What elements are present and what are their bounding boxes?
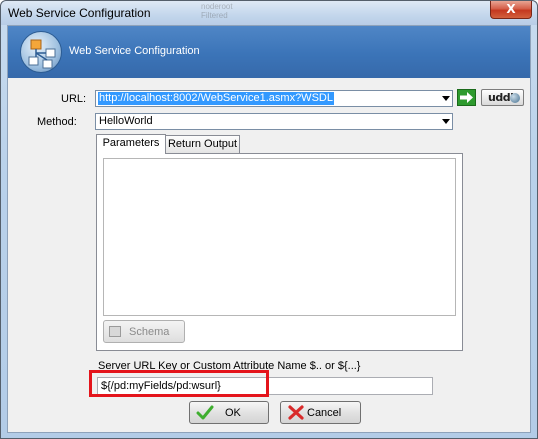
close-icon: X <box>506 2 516 16</box>
tab-parameters[interactable]: Parameters <box>96 134 166 154</box>
schema-icon <box>109 326 121 337</box>
header-banner: Web Service Configuration <box>8 26 530 78</box>
close-button[interactable]: X <box>490 1 532 19</box>
banner-title: Web Service Configuration <box>69 45 200 57</box>
chevron-down-icon[interactable] <box>442 119 450 124</box>
web-service-icon <box>20 31 62 73</box>
ghost-line: noderoot <box>201 2 233 11</box>
url-combobox[interactable]: http://localhost:8002/WebService1.asmx?W… <box>95 90 453 107</box>
server-url-label: Server URL Key or Custom Attribute Name … <box>98 360 361 372</box>
ok-button-label: OK <box>225 407 241 419</box>
tab-return-output[interactable]: Return Output <box>165 135 240 153</box>
parameters-panel: Schema <box>96 153 463 351</box>
dialog-client-area: Web Service Configuration URL: http://lo… <box>7 25 531 433</box>
method-label: Method: <box>37 116 77 128</box>
cancel-x-icon <box>288 405 304 420</box>
ghost-line: Filtered <box>201 11 228 20</box>
cancel-button-label: Cancel <box>307 407 342 419</box>
schema-button[interactable]: Schema <box>103 320 185 343</box>
title-bar[interactable]: Web Service Configuration noderoot Filte… <box>1 1 537 25</box>
background-window-ghost: noderoot Filtered <box>201 2 261 22</box>
schema-button-label: Schema <box>129 326 170 338</box>
method-select[interactable]: HelloWorld <box>95 113 453 130</box>
go-button[interactable] <box>457 89 476 106</box>
globe-icon <box>510 93 520 103</box>
ok-button[interactable]: OK <box>189 401 269 424</box>
server-url-input[interactable]: ${/pd:myFields/pd:wsurl} <box>97 377 433 395</box>
url-label: URL: <box>61 93 87 105</box>
parameters-list[interactable] <box>103 158 456 316</box>
dialog-window: Web Service Configuration noderoot Filte… <box>0 0 538 439</box>
cancel-button[interactable]: Cancel <box>280 401 361 424</box>
chevron-down-icon[interactable] <box>442 96 450 101</box>
checkmark-icon <box>196 405 214 420</box>
window-title: Web Service Configuration <box>8 6 151 20</box>
method-value: HelloWorld <box>99 115 153 127</box>
url-value: http://localhost:8002/WebService1.asmx?W… <box>98 92 334 105</box>
green-arrow-icon <box>460 92 473 103</box>
uddi-button[interactable]: uddi <box>481 89 524 106</box>
